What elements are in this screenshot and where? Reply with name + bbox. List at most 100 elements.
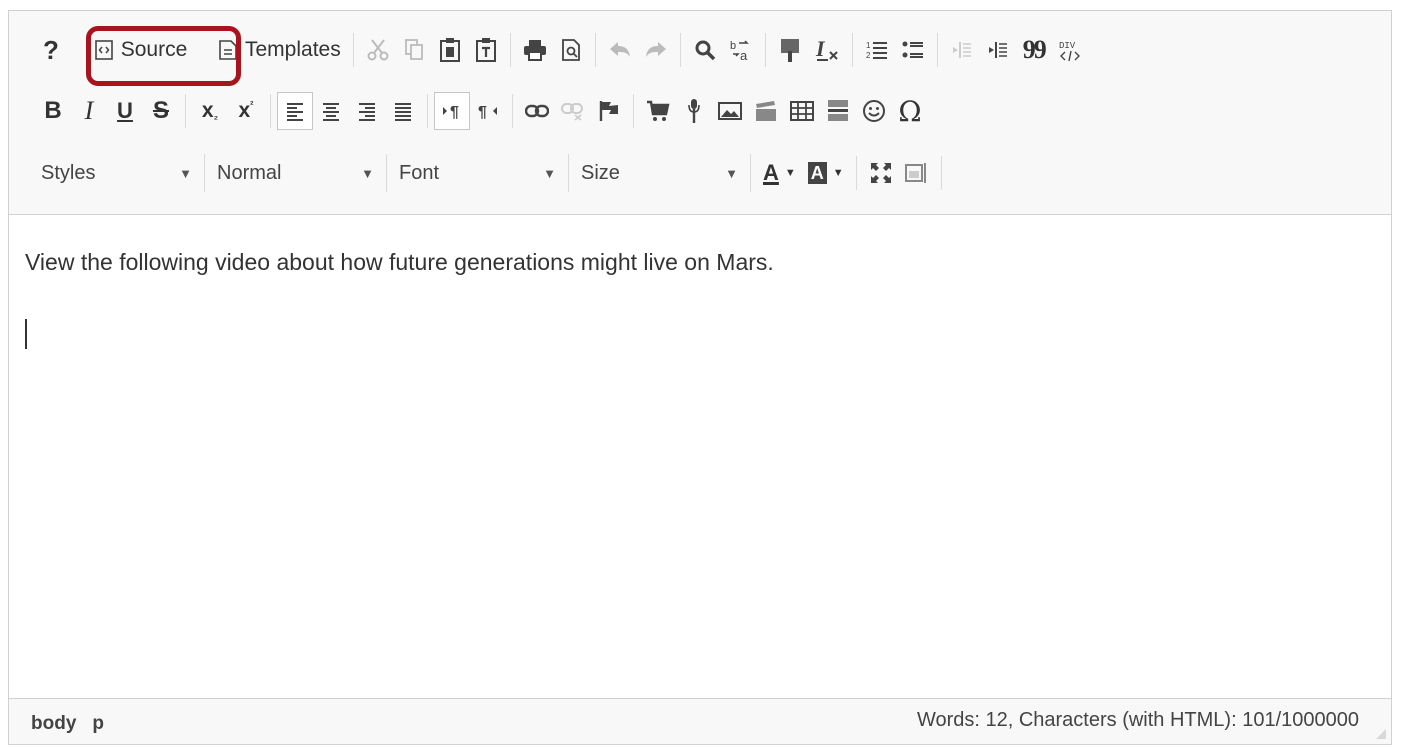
redo-button[interactable]	[638, 31, 674, 69]
toolbar-separator	[512, 94, 513, 128]
indent-icon	[987, 40, 1009, 60]
toolbar-separator	[594, 33, 596, 67]
editor-content-area[interactable]: View the following video about how futur…	[9, 215, 1391, 701]
find-button[interactable]	[687, 31, 723, 69]
anchor-button[interactable]	[772, 31, 808, 69]
unlink-button[interactable]	[555, 92, 591, 130]
div-container-button[interactable]: DIV	[1052, 31, 1088, 69]
maximize-icon	[869, 161, 893, 185]
text-direction-ltr-icon: ¶	[441, 102, 463, 120]
preview-button[interactable]	[553, 31, 589, 69]
cart-icon	[646, 100, 670, 122]
smiley-button[interactable]	[856, 92, 892, 130]
subscript-button[interactable]: x₂	[192, 92, 228, 130]
cut-button[interactable]	[360, 31, 396, 69]
styles-dropdown-label: Styles	[41, 161, 96, 184]
table-icon	[790, 101, 814, 121]
image-button[interactable]	[712, 92, 748, 130]
svg-text:¶: ¶	[450, 104, 459, 120]
ltr-button[interactable]: ¶	[434, 92, 470, 130]
size-dropdown[interactable]: Size ▼	[569, 154, 751, 192]
copy-icon	[403, 38, 425, 62]
toolbar-separator	[851, 33, 853, 67]
editor-status-bar: body p Words: 12, Characters (with HTML)…	[9, 698, 1391, 744]
source-button[interactable]: Source	[69, 31, 213, 69]
font-dropdown[interactable]: Font ▼	[387, 154, 569, 192]
font-dropdown-label: Font	[399, 161, 440, 184]
numbered-list-icon: 12	[866, 40, 888, 60]
bold-button[interactable]: B	[35, 92, 71, 130]
toolbar-row-2: B I U S x₂ x² ¶ ¶ Ω	[35, 89, 928, 133]
content-paragraph[interactable]: View the following video about how futur…	[25, 249, 774, 276]
bg-color-button[interactable]: A ▼	[802, 154, 850, 192]
video-button[interactable]	[748, 92, 784, 130]
remove-format-button[interactable]: I	[808, 31, 846, 69]
superscript-button[interactable]: x²	[228, 92, 264, 130]
copy-button[interactable]	[396, 31, 432, 69]
clear-format-icon: I	[814, 38, 840, 62]
align-right-button[interactable]	[349, 92, 385, 130]
path-item-body[interactable]: body	[31, 713, 76, 735]
text-color-button[interactable]: A ▼	[757, 154, 802, 192]
strikethrough-button[interactable]: S	[143, 92, 179, 130]
toolbar-separator	[940, 156, 942, 190]
align-left-icon	[285, 101, 305, 121]
chevron-down-icon: ▼	[361, 165, 374, 181]
table-button[interactable]	[784, 92, 820, 130]
superscript-label: x	[238, 99, 251, 122]
undo-icon	[608, 40, 632, 60]
align-center-button[interactable]	[313, 92, 349, 130]
unlink-icon	[561, 101, 585, 121]
bulleted-list-button[interactable]	[895, 31, 931, 69]
svg-text:¶: ¶	[478, 104, 487, 120]
numbered-list-button[interactable]: 12	[859, 31, 895, 69]
chevron-down-icon: ▼	[179, 165, 192, 181]
special-char-button[interactable]: Ω	[892, 92, 928, 130]
link-button[interactable]	[519, 92, 555, 130]
show-blocks-button[interactable]	[899, 154, 935, 192]
bulleted-list-icon	[902, 40, 924, 60]
toolbar-separator	[764, 33, 766, 67]
print-icon	[523, 39, 547, 61]
print-button[interactable]	[517, 31, 553, 69]
chevron-down-icon: ▼	[784, 167, 796, 179]
paste-button[interactable]	[432, 31, 468, 69]
anchor-flag-button[interactable]	[591, 92, 627, 130]
redo-icon	[644, 40, 668, 60]
toolbar-separator	[936, 33, 938, 67]
outdent-button[interactable]	[944, 31, 980, 69]
horizontal-rule-button[interactable]	[820, 92, 856, 130]
italic-button[interactable]: I	[71, 92, 107, 130]
underline-button[interactable]: U	[107, 92, 143, 130]
align-center-icon	[321, 101, 341, 121]
svg-text:a: a	[740, 48, 748, 62]
help-button[interactable]: ?	[33, 31, 69, 69]
rich-text-editor: ? Source Templates ba I 1 2 99 DIV B I U…	[8, 10, 1392, 745]
svg-text:b: b	[730, 40, 736, 52]
resize-grip-icon[interactable]	[1373, 726, 1387, 740]
templates-label: Templates	[245, 38, 341, 61]
search-icon	[694, 39, 716, 61]
format-dropdown[interactable]: Normal ▼	[205, 154, 387, 192]
div-icon: DIV	[1058, 38, 1082, 62]
svg-text:DIV: DIV	[1059, 41, 1076, 51]
undo-button[interactable]	[602, 31, 638, 69]
justify-button[interactable]	[385, 92, 421, 130]
maximize-button[interactable]	[863, 154, 899, 192]
rtl-button[interactable]: ¶	[470, 92, 506, 130]
path-item-p[interactable]: p	[92, 713, 104, 735]
indent-button[interactable]	[980, 31, 1016, 69]
flag-anchor-icon	[779, 37, 801, 63]
styles-dropdown[interactable]: Styles ▼	[29, 154, 205, 192]
audio-button[interactable]	[676, 92, 712, 130]
subscript-marker: ₂	[213, 110, 219, 122]
paste-text-button[interactable]	[468, 31, 504, 69]
smiley-icon	[862, 99, 886, 123]
flag-icon	[598, 100, 620, 122]
replace-button[interactable]: ba	[723, 31, 759, 69]
align-left-button[interactable]	[277, 92, 313, 130]
scissors-icon	[367, 38, 389, 62]
templates-button[interactable]: Templates	[213, 31, 347, 69]
cart-button[interactable]	[640, 92, 676, 130]
blockquote-button[interactable]: 99	[1016, 31, 1052, 69]
